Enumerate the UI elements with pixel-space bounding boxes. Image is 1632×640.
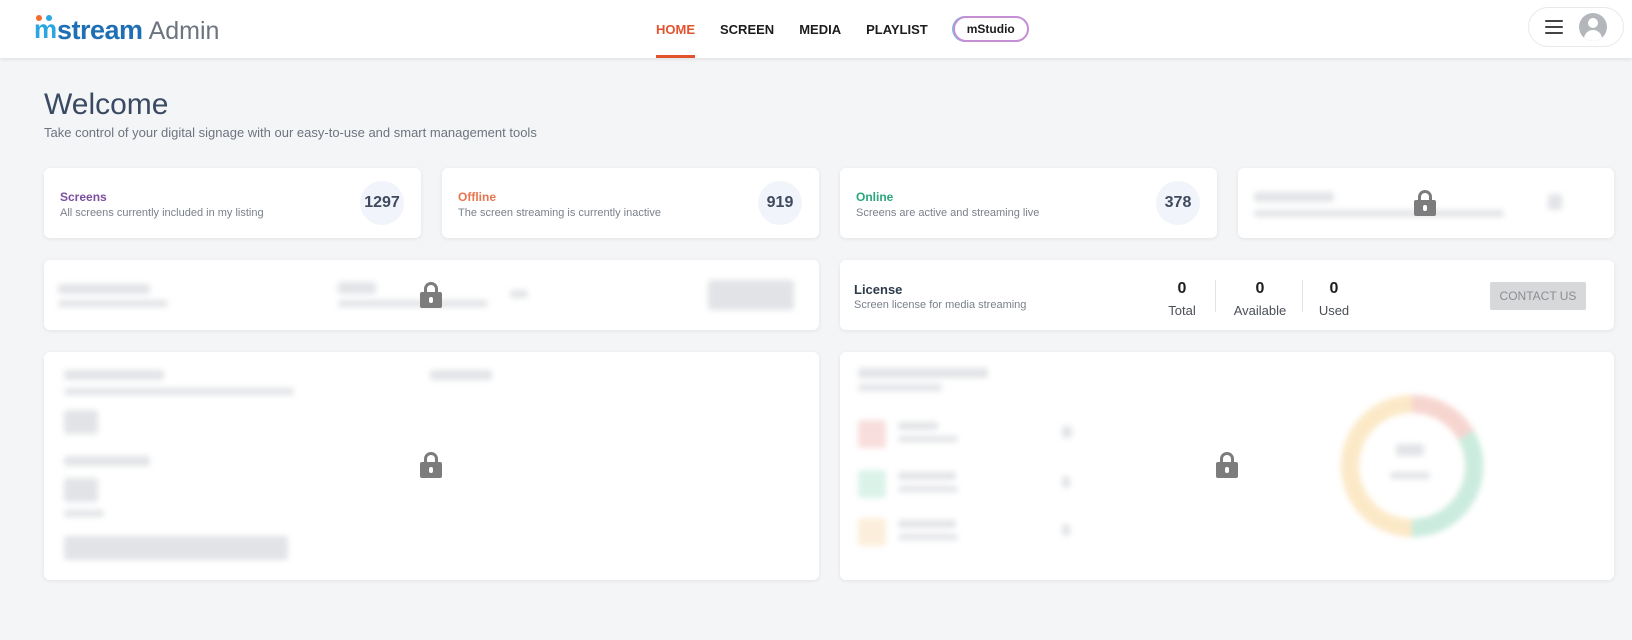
stat-desc: The screen streaming is currently inacti… — [458, 207, 661, 219]
main-nav: HOME SCREEN MEDIA PLAYLIST mStudio — [656, 0, 1029, 58]
stat-card-locked — [1238, 168, 1614, 238]
license-used: 0 Used — [1318, 280, 1350, 318]
nav-playlist[interactable]: PLAYLIST — [866, 0, 928, 58]
logo-mark-icon: m — [34, 14, 58, 44]
stat-value: 1297 — [360, 181, 404, 225]
total-screens-card — [44, 352, 819, 580]
stat-title: Online — [856, 190, 894, 204]
nav-home[interactable]: HOME — [656, 0, 695, 58]
stat-title: Offline — [458, 190, 496, 204]
logo-admin-label: Admin — [148, 17, 220, 45]
screen-status-card — [840, 352, 1614, 580]
nav-screen[interactable]: SCREEN — [720, 0, 774, 58]
avatar-icon[interactable] — [1579, 13, 1607, 41]
license-title: License — [854, 282, 903, 297]
media-streaming-card — [44, 260, 819, 330]
nav-media[interactable]: MEDIA — [799, 0, 841, 58]
page-title: Welcome — [44, 88, 169, 121]
license-desc: Screen license for media streaming — [854, 299, 1027, 311]
lock-icon — [1414, 190, 1436, 216]
lock-icon — [420, 282, 442, 308]
license-card: License Screen license for media streami… — [840, 260, 1614, 330]
hamburger-icon[interactable] — [1545, 20, 1563, 34]
mstudio-button[interactable]: mStudio — [952, 16, 1029, 42]
logo-word: stream — [57, 15, 143, 45]
stat-title: Screens — [60, 190, 107, 204]
lock-icon — [1216, 452, 1238, 478]
status-donut-chart — [1341, 394, 1484, 538]
user-menu[interactable] — [1528, 7, 1624, 47]
page-subtitle: Take control of your digital signage wit… — [44, 125, 537, 140]
contact-us-button[interactable]: CONTACT US — [1490, 282, 1586, 310]
license-total: 0 Total — [1168, 280, 1196, 318]
logo[interactable]: m stream Admin — [34, 13, 219, 46]
stat-card-offline[interactable]: Offline The screen streaming is currentl… — [442, 168, 819, 238]
top-header: m stream Admin HOME SCREEN MEDIA PLAYLIS… — [0, 0, 1632, 58]
stat-desc: Screens are active and streaming live — [856, 207, 1040, 219]
divider — [1302, 280, 1303, 312]
divider — [1215, 280, 1216, 312]
stat-card-online[interactable]: Online Screens are active and streaming … — [840, 168, 1217, 238]
stat-value: 378 — [1156, 181, 1200, 225]
stat-value: 919 — [758, 181, 802, 225]
license-available: 0 Available — [1233, 280, 1287, 318]
stat-card-screens[interactable]: Screens All screens currently included i… — [44, 168, 421, 238]
lock-icon — [420, 452, 442, 478]
stat-desc: All screens currently included in my lis… — [60, 207, 264, 219]
